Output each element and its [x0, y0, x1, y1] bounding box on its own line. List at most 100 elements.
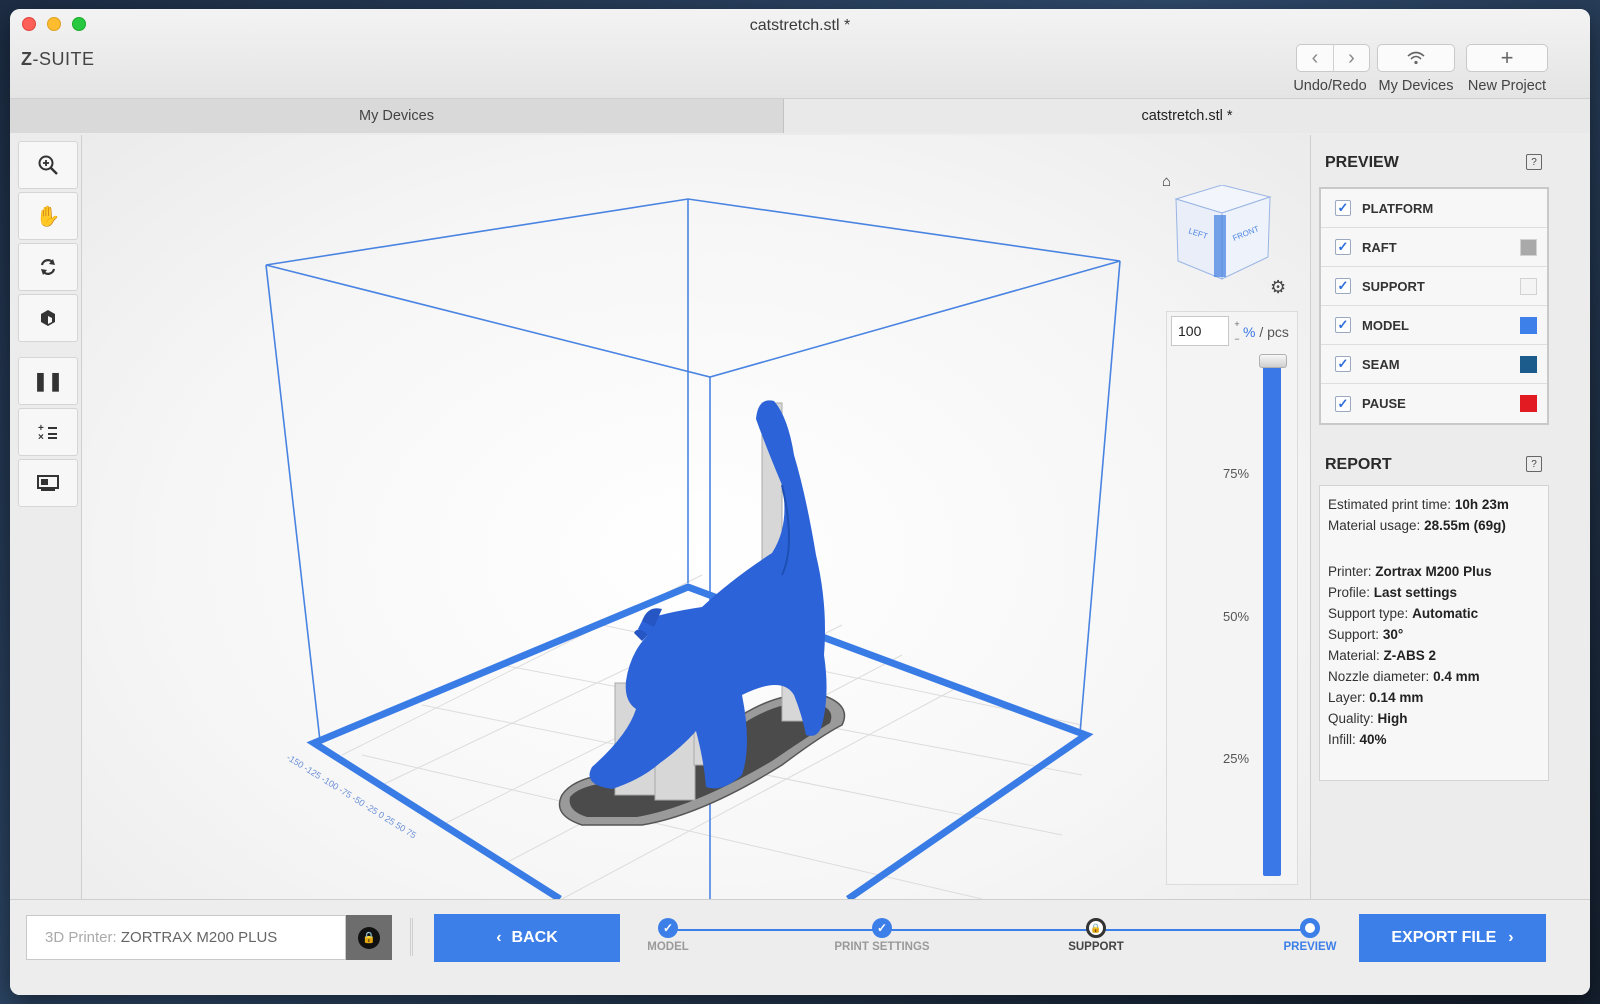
step-model[interactable]: ✓ MODEL — [608, 918, 728, 953]
layer-stepper[interactable]: + − — [1231, 316, 1243, 346]
step-label: PREVIEW — [1283, 941, 1337, 953]
steps-progress-line — [668, 929, 1310, 931]
bottom-bar: 3D Printer: ZORTRAX M200 PLUS 🔒 ‹ BACK ✓… — [10, 899, 1590, 995]
view-cube[interactable]: LEFT FRONT — [1166, 185, 1276, 281]
tab-my-devices[interactable]: My Devices — [10, 99, 784, 133]
layer-slider-panel: +− % / pcs 75% 50% 25% — [1166, 311, 1298, 885]
preview-item-model[interactable]: ✓ MODEL — [1321, 306, 1547, 345]
back-button[interactable]: ‹ BACK — [434, 914, 620, 962]
report-panel: Estimated print time: 10h 23m Material u… — [1319, 485, 1549, 781]
preview-item-label: SEAM — [1362, 356, 1400, 372]
raft-color-swatch[interactable] — [1520, 238, 1537, 256]
step-print-settings[interactable]: ✓ PRINT SETTINGS — [822, 918, 942, 953]
undo-redo-label: Undo/Redo — [1293, 78, 1367, 94]
report-quality: Quality: High — [1328, 711, 1408, 726]
lock-icon: 🔒 — [1086, 918, 1106, 938]
preview-help-icon[interactable]: ? — [1526, 154, 1542, 170]
checkbox[interactable]: ✓ — [1335, 395, 1351, 412]
export-label: EXPORT FILE — [1391, 929, 1497, 946]
checkbox[interactable]: ✓ — [1335, 200, 1351, 216]
support-color-swatch[interactable] — [1520, 277, 1537, 295]
check-icon: ✓ — [872, 918, 892, 938]
app-logo: Z-SUITE — [21, 49, 95, 69]
undo-button[interactable]: ‹ — [1297, 44, 1333, 72]
preview-item-label: MODEL — [1362, 317, 1409, 333]
report-print-time: Estimated print time: 10h 23m — [1328, 497, 1509, 512]
my-devices-button[interactable] — [1377, 44, 1455, 72]
printer-lock-button[interactable]: 🔒 — [346, 915, 392, 960]
layout-icon — [37, 475, 59, 491]
preview-list: ✓ PLATFORM ✓ RAFT ✓ SUPPORT ✓ MODEL ✓ SE… — [1319, 187, 1549, 425]
pause-color-swatch[interactable] — [1520, 395, 1537, 412]
calculator-icon: + × — [38, 423, 57, 442]
chevron-left-icon: ‹ — [496, 929, 502, 946]
step-label: SUPPORT — [1068, 941, 1124, 953]
report-help-icon[interactable]: ? — [1526, 456, 1542, 472]
lock-icon: 🔒 — [358, 926, 380, 949]
redo-button[interactable]: › — [1333, 44, 1369, 72]
tab-bar: My Devices catstretch.stl * — [10, 99, 1590, 133]
back-label: BACK — [511, 929, 558, 946]
layer-count-input[interactable] — [1171, 316, 1229, 346]
export-file-button[interactable]: EXPORT FILE › — [1359, 914, 1546, 962]
new-project-label: New Project — [1467, 78, 1547, 94]
pause-button[interactable]: ❚❚ — [18, 357, 78, 405]
report-material: Material: Z-ABS 2 — [1328, 648, 1437, 663]
preview-item-label: SUPPORT — [1362, 278, 1425, 294]
checkbox[interactable]: ✓ — [1335, 356, 1351, 372]
seam-color-swatch[interactable] — [1520, 355, 1537, 373]
new-project-group: + New Project — [1466, 44, 1548, 94]
zoom-button[interactable] — [18, 141, 78, 189]
preview-item-seam[interactable]: ✓ SEAM — [1321, 345, 1547, 384]
my-devices-group: My Devices — [1377, 44, 1455, 94]
report-material-usage: Material usage: 28.55m (69g) — [1328, 518, 1506, 533]
preview-item-support[interactable]: ✓ SUPPORT — [1321, 267, 1547, 306]
layout-button[interactable] — [18, 459, 78, 507]
preview-title: PREVIEW — [1325, 154, 1399, 171]
new-project-button[interactable]: + — [1466, 44, 1548, 72]
layer-slider-handle[interactable] — [1259, 354, 1287, 368]
preview-item-pause[interactable]: ✓ PAUSE — [1321, 384, 1547, 423]
report-title: REPORT — [1325, 456, 1392, 473]
app-window: catstretch.stl * Z-SUITE ‹ › Undo/Redo M… — [10, 9, 1590, 995]
preview-item-platform[interactable]: ✓ PLATFORM — [1321, 189, 1547, 228]
printer-field-value: ZORTRAX M200 PLUS — [120, 929, 278, 946]
step-label: MODEL — [647, 941, 689, 953]
tick-50: 50% — [1223, 609, 1250, 624]
report-printer: Printer: Zortrax M200 Plus — [1328, 564, 1492, 579]
view-button[interactable] — [18, 294, 78, 342]
cube-icon — [41, 310, 55, 326]
printer-field[interactable]: 3D Printer: ZORTRAX M200 PLUS — [26, 915, 346, 960]
preview-item-raft[interactable]: ✓ RAFT — [1321, 228, 1547, 267]
undo-redo-group: ‹ › Undo/Redo — [1290, 44, 1370, 94]
rotate-icon — [40, 259, 56, 275]
wifi-icon — [1407, 51, 1425, 65]
zoom-in-icon — [38, 155, 58, 175]
tab-catstretch[interactable]: catstretch.stl * — [784, 99, 1590, 133]
svg-text:×: × — [38, 432, 44, 442]
checkbox[interactable]: ✓ — [1335, 317, 1351, 333]
layer-slider-track[interactable] — [1263, 366, 1281, 876]
calculator-button[interactable]: + × — [18, 408, 78, 456]
checkbox[interactable]: ✓ — [1335, 239, 1351, 255]
divider — [410, 918, 413, 956]
pan-button[interactable]: ✋ — [18, 192, 78, 240]
check-icon: ✓ — [658, 918, 678, 938]
my-devices-label: My Devices — [1378, 78, 1454, 94]
tick-75: 75% — [1223, 466, 1250, 481]
step-label: PRINT SETTINGS — [834, 941, 930, 953]
window-title: catstretch.stl * — [749, 17, 851, 34]
left-toolbar: ✋ ❚❚ + × — [14, 135, 82, 899]
checkbox[interactable]: ✓ — [1335, 278, 1351, 294]
3d-viewport[interactable]: -150 -125 -100 -75 -50 -25 0 25 50 75 ⌂ … — [82, 135, 1310, 899]
current-step-icon — [1300, 918, 1320, 938]
rotate-button[interactable] — [18, 243, 78, 291]
step-preview[interactable]: PREVIEW — [1250, 918, 1370, 953]
build-volume-scene[interactable]: -150 -125 -100 -75 -50 -25 0 25 50 75 — [82, 135, 1310, 899]
settings-gear-icon[interactable]: ⚙ — [1270, 277, 1286, 298]
report-support: Support: 30° — [1328, 627, 1404, 642]
step-support[interactable]: 🔒 SUPPORT — [1036, 918, 1156, 953]
report-layer: Layer: 0.14 mm — [1328, 690, 1424, 705]
model-color-swatch[interactable] — [1520, 316, 1537, 334]
chevron-right-icon: › — [1508, 929, 1514, 946]
